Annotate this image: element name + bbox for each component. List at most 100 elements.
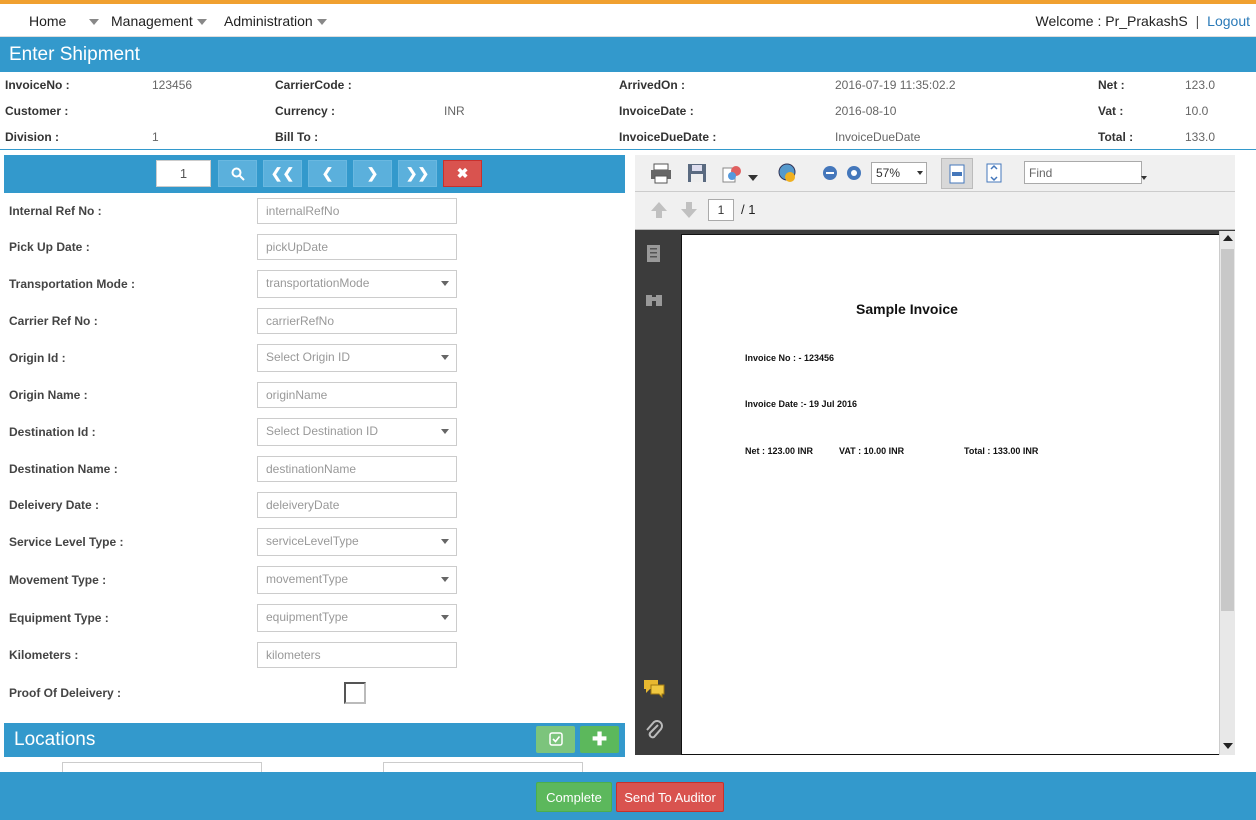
origin-name-input[interactable]: originName <box>257 382 457 408</box>
chevron-down-icon <box>89 19 99 26</box>
scroll-down-icon[interactable] <box>1223 743 1233 749</box>
attachment-icon[interactable] <box>644 719 664 741</box>
destination-name-label: Destination Name : <box>9 462 118 476</box>
internal-ref-no-input[interactable]: internalRefNo <box>257 198 457 224</box>
find-input[interactable]: Find <box>1024 161 1142 184</box>
division-label: Division : <box>5 130 60 144</box>
fit-width-button[interactable] <box>941 158 973 189</box>
logout-link[interactable]: Logout <box>1207 13 1250 29</box>
location-field-partial[interactable] <box>62 762 262 772</box>
arrived-on-label: ArrivedOn : <box>619 78 686 92</box>
nav-home[interactable]: Home <box>29 13 66 29</box>
zoom-level-value: 57% <box>876 166 901 180</box>
invoice-no-value: 123456 <box>152 78 193 92</box>
find-dropdown-icon[interactable] <box>1141 169 1147 187</box>
print-icon[interactable] <box>649 162 673 184</box>
pdf-page-input[interactable]: 1 <box>708 199 734 221</box>
record-pager: 1 ❮❮ ❮ ❯ ❯❯ ✖ <box>4 155 625 193</box>
destination-name-input[interactable]: destinationName <box>257 456 457 482</box>
service-level-type-label: Service Level Type : <box>9 535 124 549</box>
invoice-date-label: InvoiceDate : <box>619 104 694 118</box>
zoom-in-icon[interactable] <box>842 162 866 184</box>
service-level-type-select[interactable]: serviceLevelType <box>257 528 457 556</box>
invoice-due-date-value: InvoiceDueDate <box>835 130 921 144</box>
nav-home-caret[interactable] <box>85 13 99 29</box>
save-icon[interactable] <box>685 162 709 184</box>
pick-up-date-label: Pick Up Date : <box>9 240 90 254</box>
fit-page-icon[interactable] <box>982 162 1006 184</box>
kilometers-label: Kilometers : <box>9 648 79 662</box>
net-value: 123.0 <box>1185 78 1216 92</box>
transportation-mode-select[interactable]: transportationMode <box>257 270 457 298</box>
net-label: Net : <box>1098 78 1125 92</box>
carrier-ref-no-label: Carrier Ref No : <box>9 314 98 328</box>
pdf-vertical-scrollbar[interactable] <box>1219 231 1235 755</box>
kilometers-input[interactable]: kilometers <box>257 642 457 668</box>
pdf-doc-title: Sample Invoice <box>856 301 958 317</box>
web-capture-icon[interactable] <box>775 162 799 184</box>
nav-administration[interactable]: Administration <box>224 13 327 29</box>
add-location-button[interactable]: ✚ <box>580 726 619 753</box>
zoom-out-icon[interactable] <box>818 162 842 184</box>
comments-icon[interactable] <box>642 677 666 699</box>
total-value: 133.0 <box>1185 130 1216 144</box>
nav-management[interactable]: Management <box>111 13 207 29</box>
invoice-no-label: InvoiceNo : <box>5 78 70 92</box>
search-button[interactable] <box>218 160 257 187</box>
bill-to-label: Bill To : <box>275 130 319 144</box>
chevron-down-icon <box>316 19 327 26</box>
equipment-type-select[interactable]: equipmentType <box>257 604 457 632</box>
origin-id-label: Origin Id : <box>9 351 66 365</box>
pdf-toolbar: 57% Find <box>635 155 1235 192</box>
find-placeholder: Find <box>1029 166 1053 180</box>
binoculars-icon[interactable] <box>644 289 664 309</box>
chevron-down-icon <box>748 174 758 181</box>
pdf-page-total: / 1 <box>741 202 756 217</box>
chevron-right-icon: ❯ <box>366 165 379 181</box>
last-record-button[interactable]: ❯❯ <box>398 160 437 187</box>
destination-id-select[interactable]: Select Destination ID <box>257 418 457 446</box>
delivery-date-label: Deleivery Date : <box>9 498 100 512</box>
scroll-up-icon[interactable] <box>1223 235 1233 241</box>
plus-icon: ✚ <box>591 729 608 749</box>
arrow-down-icon[interactable] <box>677 199 701 221</box>
arrow-up-icon[interactable] <box>647 199 671 221</box>
welcome-text: Welcome : Pr_PrakashS <box>1035 13 1188 29</box>
pdf-scroll-thumb[interactable] <box>1221 249 1234 611</box>
pdf-invoice-no: Invoice No : - 123456 <box>745 353 835 363</box>
share-icon[interactable] <box>721 162 745 184</box>
currency-label: Currency : <box>275 104 336 118</box>
first-record-button[interactable]: ❮❮ <box>263 160 302 187</box>
select-locations-button[interactable] <box>536 726 575 753</box>
pdf-sidebar <box>635 231 673 755</box>
zoom-level-select[interactable]: 57% <box>871 162 927 184</box>
movement-type-select[interactable]: movementType <box>257 566 457 594</box>
pdf-viewer: 57% Find 1 / 1 Sample Invoice Invoice No… <box>635 155 1235 755</box>
double-chevron-left-icon: ❮❮ <box>270 165 295 181</box>
double-chevron-right-icon: ❯❯ <box>405 165 430 181</box>
internal-ref-no-label: Internal Ref No : <box>9 204 102 218</box>
chevron-down-icon <box>917 171 923 175</box>
pages-icon[interactable] <box>644 243 664 265</box>
send-to-auditor-button[interactable]: Send To Auditor <box>616 782 724 812</box>
page-number-input[interactable]: 1 <box>156 160 211 187</box>
origin-id-select[interactable]: Select Origin ID <box>257 344 457 372</box>
location-field-partial-2[interactable] <box>383 762 583 772</box>
complete-button[interactable]: Complete <box>536 782 612 812</box>
close-record-button[interactable]: ✖ <box>443 160 482 187</box>
carrier-ref-no-input[interactable]: carrierRefNo <box>257 308 457 334</box>
fit-width-icon <box>949 164 965 184</box>
share-dropdown-icon[interactable] <box>748 169 758 187</box>
next-record-button[interactable]: ❯ <box>353 160 392 187</box>
destination-id-label: Destination Id : <box>9 425 96 439</box>
invoice-summary: InvoiceNo : 123456 CarrierCode : Arrived… <box>0 72 1256 150</box>
chevron-down-icon <box>1141 175 1147 180</box>
proof-of-delivery-checkbox[interactable] <box>344 682 366 704</box>
delivery-date-input[interactable]: deleiveryDate <box>257 492 457 518</box>
pick-up-date-input[interactable]: pickUpDate <box>257 234 457 260</box>
pdf-vat: VAT : 10.00 INR <box>839 446 905 456</box>
pdf-net: Net : 123.00 INR <box>745 446 814 456</box>
previous-record-button[interactable]: ❮ <box>308 160 347 187</box>
arrived-on-value: 2016-07-19 11:35:02.2 <box>835 78 956 92</box>
currency-value: INR <box>444 104 465 118</box>
